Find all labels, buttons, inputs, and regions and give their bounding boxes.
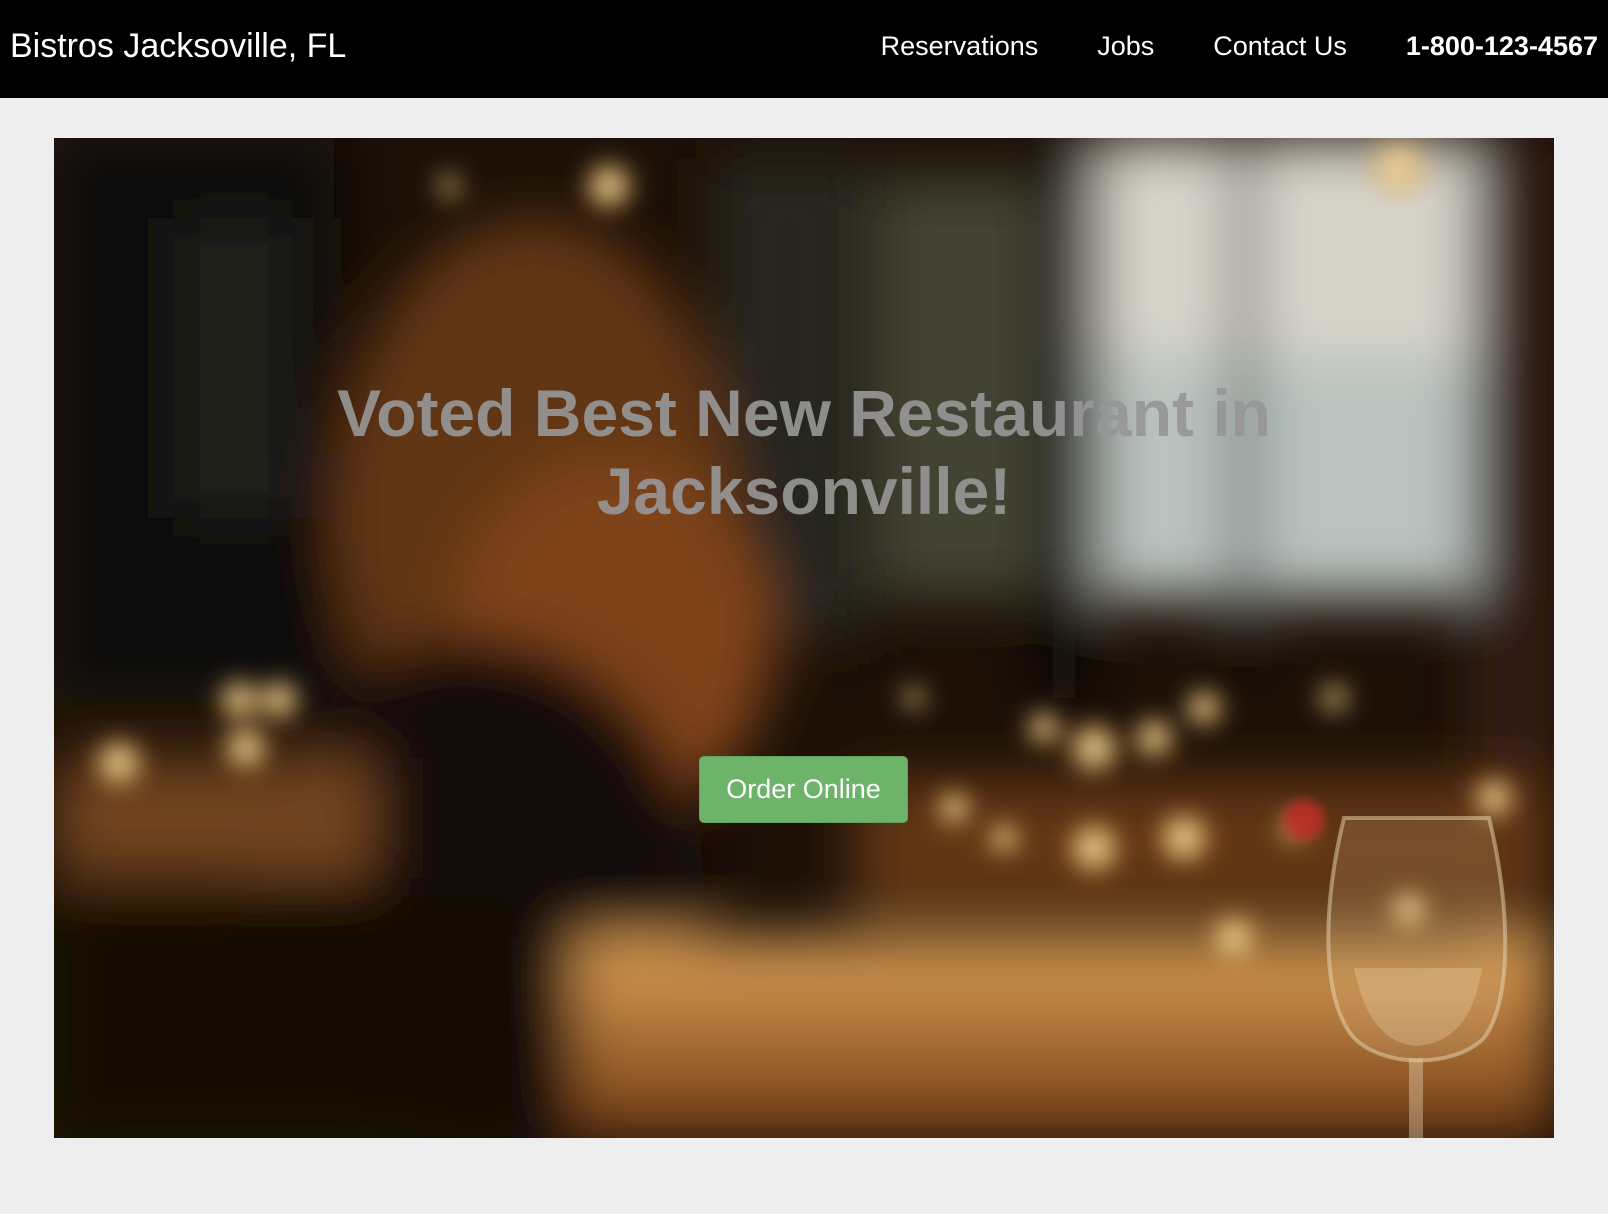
nav-link-reservations[interactable]: Reservations	[881, 28, 1039, 64]
nav-links: Reservations Jobs Contact Us 1-800-123-4…	[822, 28, 1598, 64]
phone-number-link[interactable]: 1-800-123-4567	[1406, 28, 1598, 64]
hero-banner: Voted Best New Restaurant in Jacksonvill…	[54, 138, 1554, 1138]
top-navbar: Bistros Jacksoville, FL Reservations Job…	[0, 0, 1608, 98]
hero-background-image	[54, 138, 1554, 1138]
brand-link[interactable]: Bistros Jacksoville, FL	[10, 24, 346, 68]
order-online-button[interactable]: Order Online	[699, 756, 908, 823]
hero-headline: Voted Best New Restaurant in Jacksonvill…	[337, 376, 1271, 528]
nav-link-jobs[interactable]: Jobs	[1097, 28, 1154, 64]
nav-link-contact-us[interactable]: Contact Us	[1213, 28, 1347, 64]
